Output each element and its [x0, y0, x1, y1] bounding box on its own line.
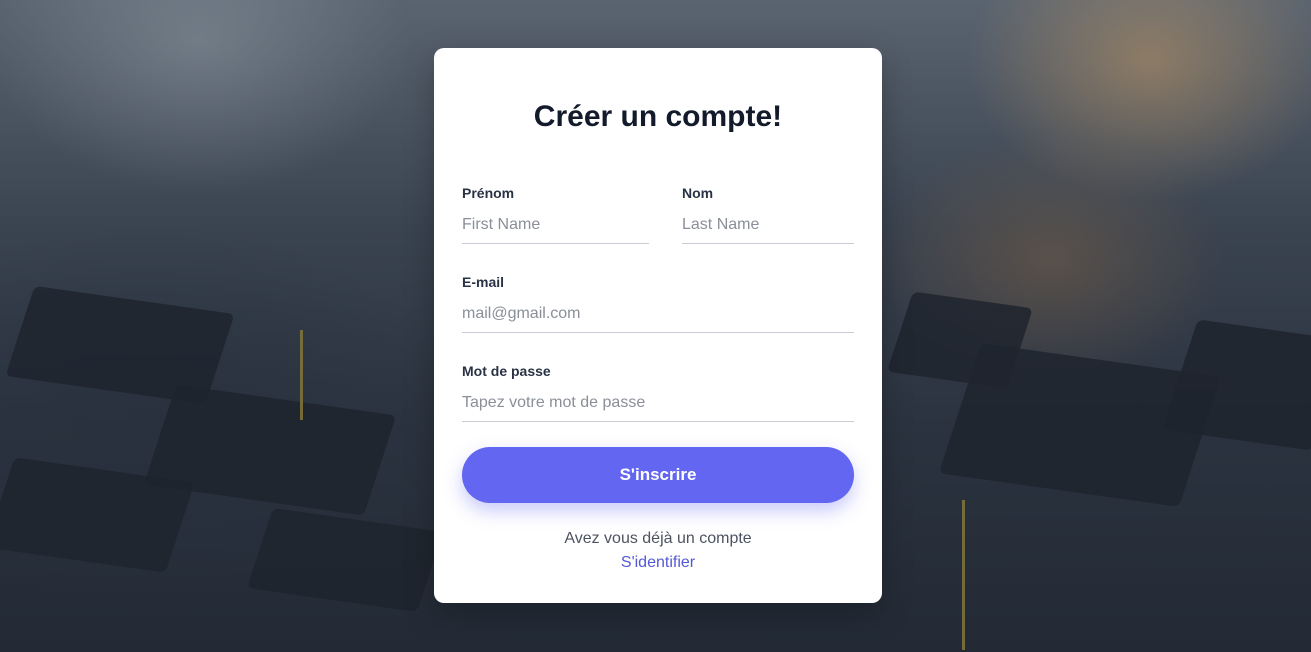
- tassel-shape: [300, 330, 303, 420]
- last-name-label: Nom: [682, 185, 714, 201]
- graduation-cap-shape: [5, 285, 235, 405]
- tassel-shape: [962, 500, 965, 650]
- page-title: Créer un compte!: [533, 100, 783, 133]
- password-label: Mot de passe: [462, 363, 551, 379]
- email-input[interactable]: [462, 295, 854, 333]
- login-link[interactable]: S'identifier: [434, 554, 882, 572]
- graduation-cap-shape: [1162, 319, 1311, 451]
- first-name-input[interactable]: [462, 206, 649, 244]
- last-name-input[interactable]: [682, 206, 854, 244]
- signup-card: Créer un compte! Prénom Nom E-mail Mot d…: [434, 48, 882, 603]
- signup-button[interactable]: S'inscrire: [462, 447, 854, 503]
- graduation-cap-shape: [247, 508, 443, 612]
- password-input[interactable]: [462, 384, 854, 422]
- email-label: E-mail: [462, 274, 505, 290]
- first-name-label: Prénom: [462, 185, 515, 201]
- existing-account-text: Avez vous déjà un compte: [564, 530, 752, 547]
- graduation-cap-shape: [887, 291, 1033, 389]
